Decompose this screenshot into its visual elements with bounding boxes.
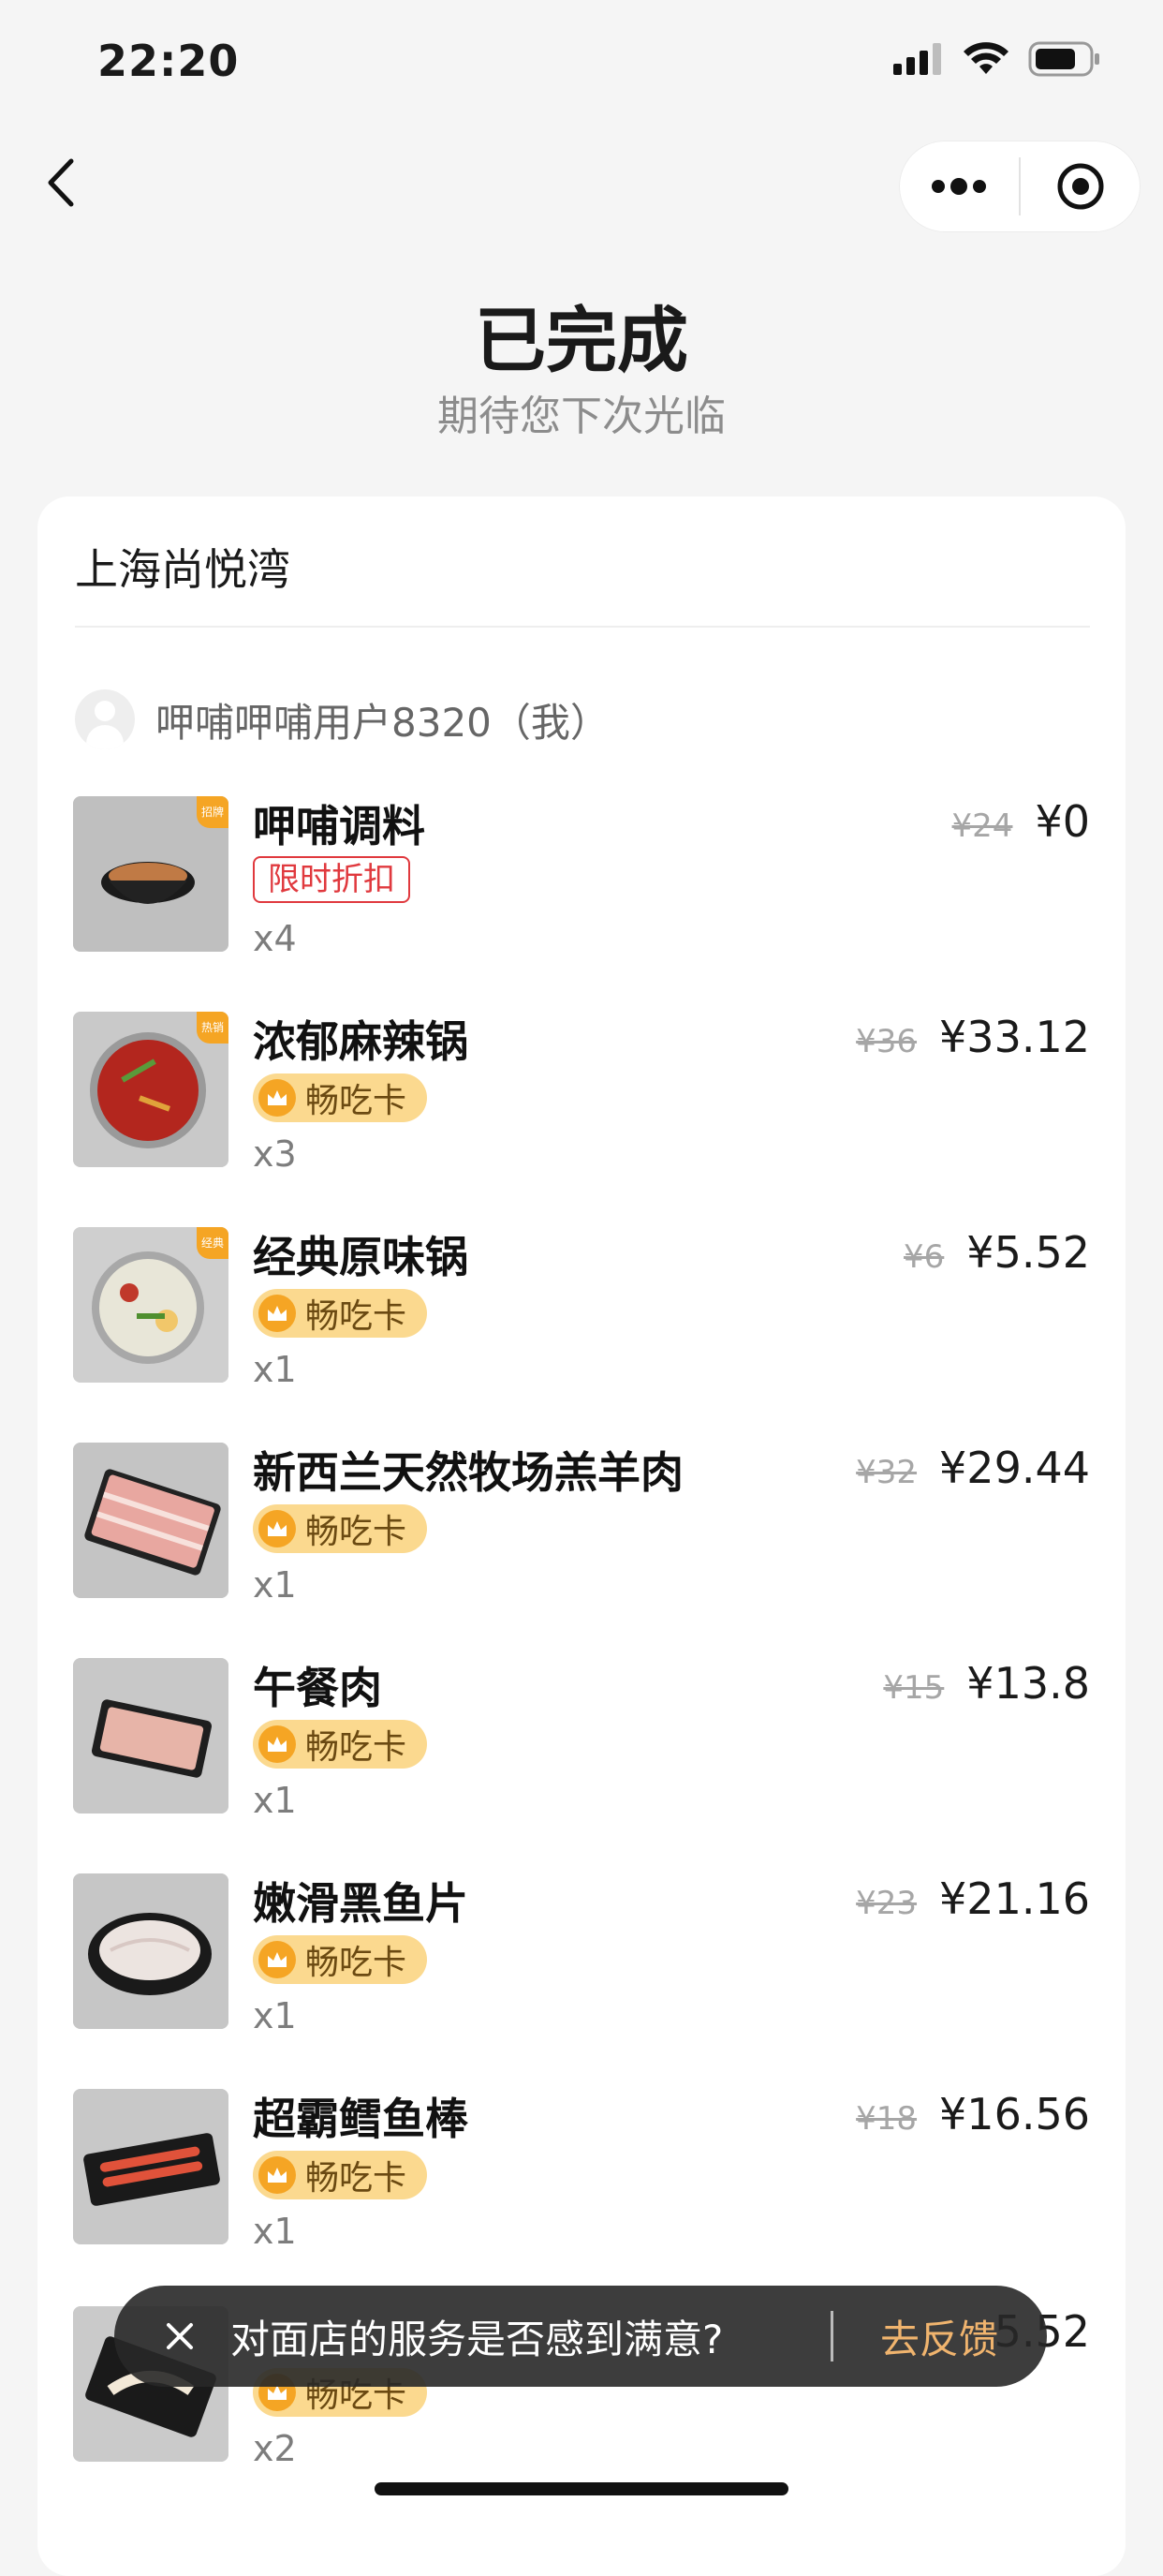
crown-icon bbox=[258, 1079, 296, 1117]
order-item: 新西兰天然牧场羔羊肉 畅吃卡 x1 ¥32 ¥29.44 bbox=[73, 1443, 1090, 1630]
original-price: ¥32 bbox=[856, 1454, 918, 1491]
item-quantity: x1 bbox=[253, 1564, 297, 1606]
crown-icon bbox=[258, 1725, 296, 1763]
final-price: ¥16.56 bbox=[939, 2089, 1090, 2139]
original-price: ¥6 bbox=[904, 1238, 945, 1276]
order-item: 午餐肉 畅吃卡 x1 ¥15 ¥13.8 bbox=[73, 1658, 1090, 1845]
eat-card-badge: 畅吃卡 bbox=[253, 1720, 427, 1769]
item-prices: ¥15 ¥13.8 bbox=[883, 1658, 1090, 1709]
badge-label: 畅吃卡 bbox=[305, 1728, 407, 1767]
crown-icon bbox=[258, 1510, 296, 1547]
item-quantity: x2 bbox=[253, 2428, 297, 2469]
item-image bbox=[73, 2089, 228, 2244]
eat-card-badge: 畅吃卡 bbox=[253, 1073, 427, 1122]
badge-label: 畅吃卡 bbox=[305, 1513, 407, 1551]
more-button[interactable] bbox=[899, 141, 1019, 232]
badge-label: 畅吃卡 bbox=[305, 1297, 407, 1336]
item-prices: ¥18 ¥16.56 bbox=[856, 2089, 1090, 2139]
item-quantity: x1 bbox=[253, 1349, 297, 1390]
final-price: ¥21.16 bbox=[939, 1873, 1090, 1924]
item-image bbox=[73, 1658, 228, 1814]
item-tag: 经典 bbox=[197, 1227, 228, 1259]
item-tag: 招牌 bbox=[197, 796, 228, 828]
eat-card-badge: 畅吃卡 bbox=[253, 1289, 427, 1338]
original-price: ¥36 bbox=[856, 1023, 918, 1060]
eat-card-badge: 畅吃卡 bbox=[253, 1935, 427, 1984]
user-name: 呷哺呷哺用户8320（我） bbox=[155, 699, 610, 746]
home-indicator bbox=[375, 2482, 788, 2495]
item-name: 嫩滑黑鱼片 bbox=[253, 1878, 468, 1929]
item-image: 经典 bbox=[73, 1227, 228, 1383]
item-image bbox=[73, 1443, 228, 1598]
item-name: 经典原味锅 bbox=[253, 1232, 468, 1282]
order-item: 经典 经典原味锅 畅吃卡 x1 ¥6 ¥5.52 bbox=[73, 1227, 1090, 1414]
close-icon bbox=[167, 2323, 193, 2349]
chevron-left-icon bbox=[48, 158, 74, 207]
user-row: 呷哺呷哺用户8320（我） bbox=[75, 689, 610, 749]
wifi-icon bbox=[964, 42, 1008, 74]
final-price: ¥29.44 bbox=[939, 1443, 1090, 1493]
item-name: 呷哺调料 bbox=[253, 801, 425, 851]
status-time: 22:20 bbox=[97, 36, 240, 86]
avatar bbox=[75, 689, 135, 749]
item-name: 超霸鳕鱼棒 bbox=[253, 2094, 468, 2144]
back-button[interactable] bbox=[37, 150, 94, 215]
feedback-toast: 对面店的服务是否感到满意? 去反馈 bbox=[114, 2286, 1047, 2387]
order-item: 招牌 呷哺调料 限时折扣 x4 ¥24 ¥0 bbox=[73, 796, 1090, 984]
item-name: 新西兰天然牧场羔羊肉 bbox=[253, 1447, 684, 1498]
feedback-button[interactable]: 去反馈 bbox=[880, 2308, 998, 2365]
item-prices: ¥24 ¥0 bbox=[952, 796, 1090, 847]
more-dots-icon bbox=[932, 178, 986, 195]
toast-message: 对面店的服务是否感到满意? bbox=[230, 2316, 724, 2362]
crown-icon bbox=[258, 1941, 296, 1978]
page-title: 已完成 bbox=[475, 299, 688, 382]
item-image: 招牌 bbox=[73, 796, 228, 952]
item-prices: ¥32 ¥29.44 bbox=[856, 1443, 1090, 1493]
item-quantity: x1 bbox=[253, 1780, 297, 1821]
item-quantity: x1 bbox=[253, 2211, 297, 2252]
mini-program-capsule bbox=[899, 141, 1141, 232]
item-quantity: x1 bbox=[253, 1995, 297, 2036]
original-price: ¥18 bbox=[856, 2100, 918, 2138]
final-price: ¥0 bbox=[1035, 796, 1090, 847]
final-price: ¥13.8 bbox=[966, 1658, 1090, 1709]
final-price: ¥33.12 bbox=[939, 1012, 1090, 1062]
item-quantity: x3 bbox=[253, 1133, 297, 1175]
divider bbox=[75, 626, 1090, 628]
crown-icon bbox=[258, 2156, 296, 2194]
toast-close-button[interactable] bbox=[142, 2320, 217, 2352]
eat-card-badge: 畅吃卡 bbox=[253, 2151, 427, 2199]
order-item: 超霸鳕鱼棒 畅吃卡 x1 ¥18 ¥16.56 bbox=[73, 2089, 1090, 2276]
badge-label: 畅吃卡 bbox=[305, 1082, 407, 1120]
target-circle-icon bbox=[1057, 163, 1104, 210]
item-name: 午餐肉 bbox=[253, 1663, 382, 1713]
close-miniprogram-button[interactable] bbox=[1021, 141, 1141, 232]
item-prices: ¥23 ¥21.16 bbox=[856, 1873, 1090, 1924]
item-prices: ¥36 ¥33.12 bbox=[856, 1012, 1090, 1062]
badge-label: 畅吃卡 bbox=[305, 1944, 407, 1982]
status-icons bbox=[893, 41, 1101, 77]
item-image bbox=[73, 1873, 228, 2029]
original-price: ¥23 bbox=[856, 1885, 918, 1922]
final-price: ¥5.52 bbox=[966, 1227, 1090, 1278]
order-item: 热销 浓郁麻辣锅 畅吃卡 x3 ¥36 ¥33.12 bbox=[73, 1012, 1090, 1199]
battery-icon bbox=[1028, 41, 1099, 77]
signal-icon bbox=[893, 43, 941, 75]
badge-label: 畅吃卡 bbox=[305, 2159, 407, 2198]
item-image: 热销 bbox=[73, 1012, 228, 1167]
original-price: ¥15 bbox=[883, 1669, 945, 1707]
toast-divider bbox=[830, 2311, 833, 2361]
item-name: 浓郁麻辣锅 bbox=[253, 1016, 468, 1067]
item-tag: 热销 bbox=[197, 1012, 228, 1044]
eat-card-badge: 畅吃卡 bbox=[253, 1504, 427, 1553]
page-subtitle: 期待您下次光临 bbox=[437, 392, 726, 440]
crown-icon bbox=[258, 1295, 296, 1332]
store-name[interactable]: 上海尚悦湾 bbox=[75, 536, 290, 598]
item-quantity: x4 bbox=[253, 918, 297, 959]
item-prices: ¥6 ¥5.52 bbox=[904, 1227, 1090, 1278]
original-price: ¥24 bbox=[951, 807, 1013, 845]
discount-badge: 限时折扣 bbox=[253, 856, 410, 903]
order-item: 嫩滑黑鱼片 畅吃卡 x1 ¥23 ¥21.16 bbox=[73, 1873, 1090, 2061]
